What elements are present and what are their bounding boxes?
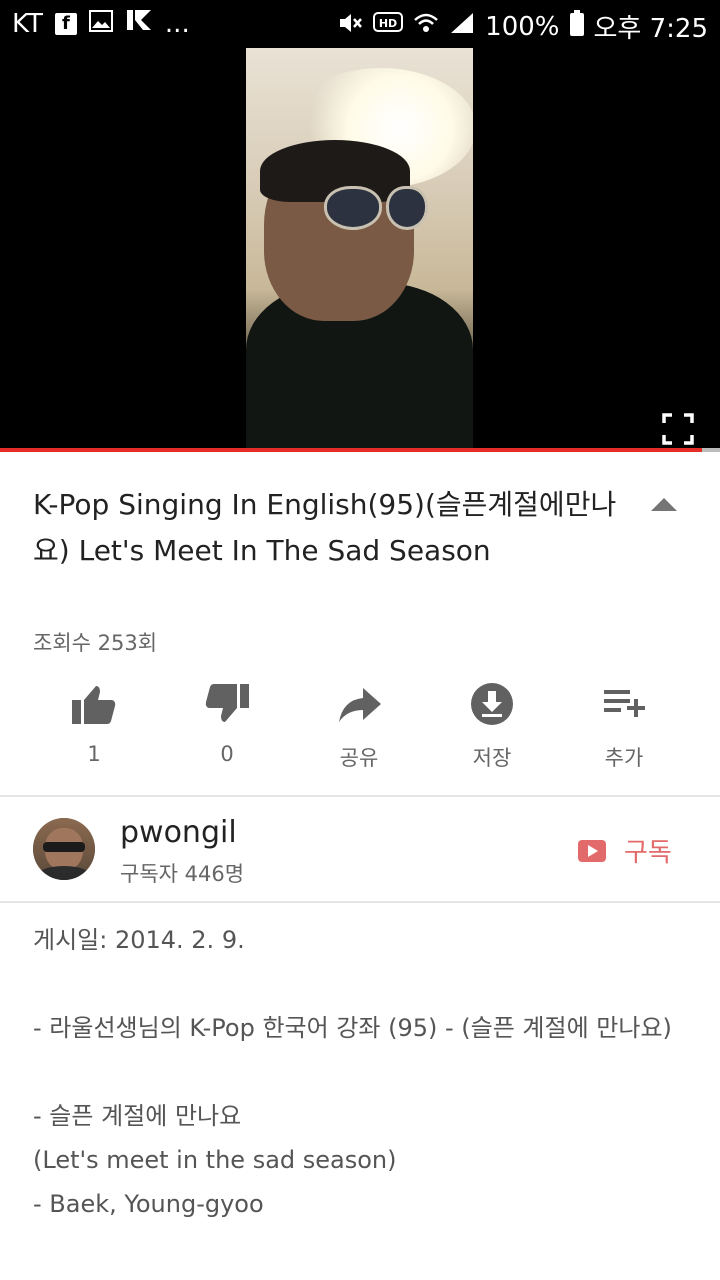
video-player[interactable] (0, 48, 720, 450)
save-label: 저장 (472, 746, 512, 770)
view-count: 조회수 253회 (33, 631, 158, 655)
description-line: - Baek, Young-gyoo (33, 1190, 264, 1218)
collapse-chevron-icon[interactable] (651, 498, 677, 511)
share-button[interactable]: 공유 (304, 680, 414, 772)
video-frame (246, 48, 473, 450)
video-description: 게시일: 2014. 2. 9. - 라울선생님의 K-Pop 한국어 강좌 (… (33, 918, 683, 1226)
save-button[interactable]: 저장 (437, 680, 547, 772)
description-line: (Let's meet in the sad season) (33, 1146, 397, 1174)
share-icon (339, 688, 381, 722)
facebook-icon: f (54, 12, 77, 35)
add-to-playlist-button[interactable]: 추가 (569, 680, 679, 772)
add-label: 추가 (604, 746, 644, 770)
share-label: 공유 (339, 746, 379, 770)
divider (0, 795, 720, 797)
video-title: K-Pop Singing In English(95)(슬픈계절에만나요) L… (33, 488, 617, 567)
mute-icon (337, 11, 363, 42)
status-bar: KT f ... HD 100% 오후 7:25 (0, 0, 720, 48)
carrier-label: KT (12, 8, 43, 39)
progress-bar[interactable] (0, 448, 702, 452)
gallery-icon (88, 9, 113, 39)
clock: 오후 7:25 (593, 14, 709, 44)
download-icon (471, 683, 513, 725)
fullscreen-icon[interactable] (662, 413, 694, 445)
avatar[interactable] (33, 818, 95, 880)
dislike-button[interactable]: 0 (172, 680, 282, 766)
signal-icon (449, 11, 475, 42)
battery-percent: 100% (485, 11, 560, 42)
wifi-icon (413, 11, 439, 42)
youtube-play-icon (578, 839, 606, 862)
subscribe-label: 구독 (624, 838, 672, 868)
channel-name[interactable]: pwongil (120, 815, 237, 850)
like-button[interactable]: 1 (39, 680, 149, 766)
thumbs-down-icon (205, 684, 249, 722)
progress-remaining (702, 448, 720, 452)
thumbs-up-icon (72, 686, 116, 724)
subscriber-count: 구독자 446명 (120, 862, 245, 886)
more-notifications: ... (164, 8, 190, 39)
action-bar: 1 0 공유 저장 추가 (0, 680, 720, 780)
svg-text:HD: HD (379, 17, 397, 30)
divider (0, 901, 720, 903)
description-line: - 슬픈 계절에 만나요 (33, 1102, 242, 1130)
subscribe-button[interactable]: 구독 (578, 832, 672, 869)
playlist-add-icon (604, 690, 645, 717)
like-count: 1 (87, 742, 101, 766)
hd-icon: HD (373, 11, 404, 42)
app-icon (125, 8, 153, 39)
description-line: - 라울선생님의 K-Pop 한국어 강좌 (95) - (슬픈 계절에 만나요… (33, 1014, 672, 1042)
publish-date: 게시일: 2014. 2. 9. (33, 926, 245, 954)
battery-icon (569, 10, 584, 43)
dislike-count: 0 (220, 742, 234, 766)
